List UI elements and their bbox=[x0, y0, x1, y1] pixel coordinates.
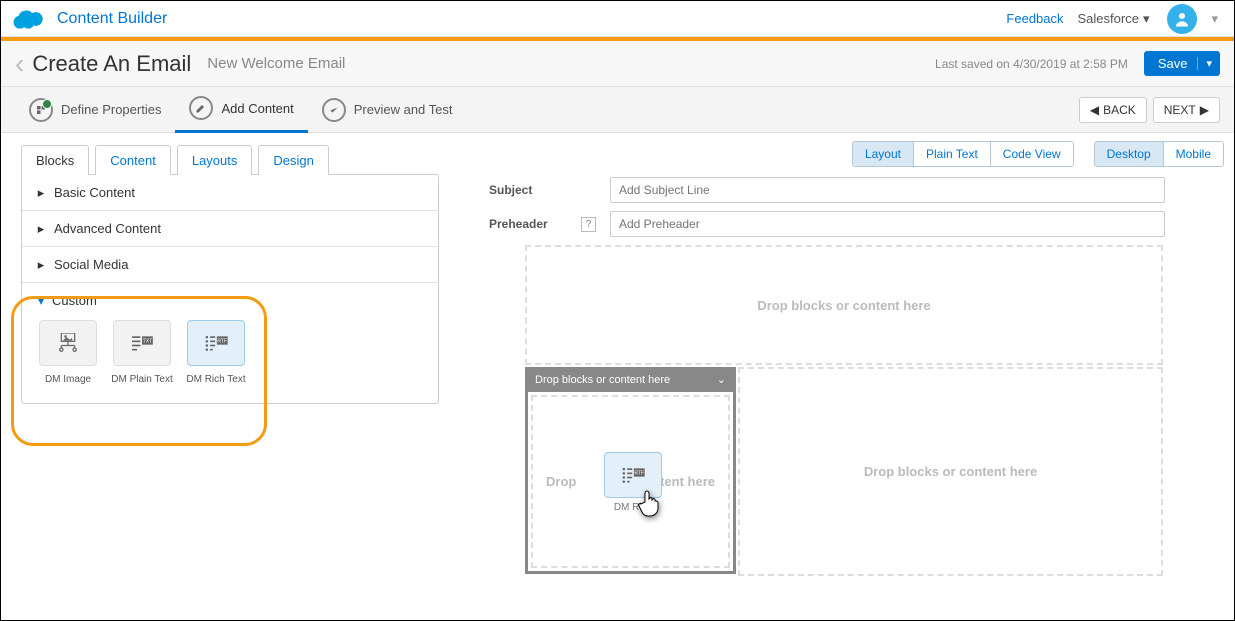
cursor-hand-icon bbox=[636, 488, 664, 518]
accordion-label: Basic Content bbox=[54, 185, 135, 200]
dropzone-header-label: Drop blocks or content here bbox=[535, 374, 670, 386]
caret-right-icon: ▸ bbox=[36, 224, 46, 234]
device-desktop[interactable]: Desktop bbox=[1095, 142, 1163, 166]
dropzone-hint-bg: Drop bbox=[546, 474, 576, 489]
view-layout[interactable]: Layout bbox=[853, 142, 913, 166]
accordion-custom: ▾ Custom DM Image TXT DM Plain Tex bbox=[22, 283, 438, 403]
preheader-label: Preheader bbox=[489, 217, 567, 231]
svg-text:RTF: RTF bbox=[217, 339, 227, 345]
back-arrow-icon[interactable]: ‹ bbox=[15, 50, 24, 78]
chevron-down-icon: ▾ bbox=[1143, 11, 1150, 27]
canvas: Drop blocks or content here Drop blocks … bbox=[461, 245, 1224, 576]
step-preview-test[interactable]: Preview and Test bbox=[308, 88, 467, 132]
right-panel: Layout Plain Text Code View Desktop Mobi… bbox=[449, 133, 1234, 620]
page-subtitle: New Welcome Email bbox=[207, 55, 345, 72]
dropzone-hint: Drop blocks or content here bbox=[864, 464, 1037, 479]
tab-design[interactable]: Design bbox=[258, 145, 328, 175]
help-icon[interactable]: ? bbox=[581, 217, 596, 232]
pencil-icon bbox=[189, 96, 213, 120]
save-button-label: Save bbox=[1158, 56, 1188, 71]
block-label: DM Rich Text bbox=[186, 374, 245, 385]
subject-row: Subject bbox=[461, 177, 1224, 203]
save-timestamp: Last saved on 4/30/2019 at 2:58 PM bbox=[935, 57, 1128, 71]
svg-text:RTF: RTF bbox=[634, 471, 644, 477]
accordion-custom-header[interactable]: ▾ Custom bbox=[36, 293, 424, 308]
preheader-input[interactable] bbox=[610, 211, 1165, 237]
caret-down-icon: ▾ bbox=[36, 296, 46, 306]
accordion-social-media[interactable]: ▸ Social Media bbox=[22, 247, 438, 283]
plain-text-block-icon: TXT bbox=[113, 320, 171, 366]
next-button[interactable]: NEXT▶ bbox=[1153, 97, 1220, 123]
caret-right-icon: ▸ bbox=[36, 260, 46, 270]
device-group: Desktop Mobile bbox=[1094, 141, 1224, 167]
block-dm-plain-text[interactable]: TXT DM Plain Text bbox=[110, 320, 174, 385]
left-tabs: Blocks Content Layouts Design bbox=[21, 145, 439, 175]
chevron-down-icon: ▾ bbox=[1197, 57, 1212, 70]
check-icon bbox=[322, 98, 346, 122]
tab-blocks[interactable]: Blocks bbox=[21, 145, 89, 175]
svg-text:TXT: TXT bbox=[143, 339, 152, 345]
view-plain-text[interactable]: Plain Text bbox=[913, 142, 990, 166]
accordion-advanced-content[interactable]: ▸ Advanced Content bbox=[22, 211, 438, 247]
step-add-content[interactable]: Add Content bbox=[175, 86, 307, 133]
main-area: Blocks Content Layouts Design ▸ Basic Co… bbox=[1, 133, 1234, 620]
view-toolbars: Layout Plain Text Code View Desktop Mobi… bbox=[461, 141, 1224, 167]
step-label: Preview and Test bbox=[354, 102, 453, 117]
step-label: Define Properties bbox=[61, 102, 161, 117]
subject-input[interactable] bbox=[610, 177, 1165, 203]
caret-left-icon: ◀ bbox=[1090, 103, 1099, 117]
user-icon bbox=[1173, 10, 1191, 28]
accordion-label: Custom bbox=[52, 293, 97, 308]
org-menu[interactable]: Salesforce ▾ bbox=[1078, 11, 1150, 27]
accordion-basic-content[interactable]: ▸ Basic Content bbox=[22, 175, 438, 211]
dropzone-right[interactable]: Drop blocks or content here bbox=[738, 367, 1163, 576]
topbar: Content Builder Feedback Salesforce ▾ ▾ bbox=[1, 1, 1234, 37]
rich-text-block-icon: RTF bbox=[187, 320, 245, 366]
properties-icon bbox=[29, 98, 53, 122]
subject-label: Subject bbox=[489, 183, 567, 197]
feedback-link[interactable]: Feedback bbox=[1006, 11, 1063, 26]
preheader-row: Preheader ? bbox=[461, 211, 1224, 237]
caret-right-icon: ▸ bbox=[36, 188, 46, 198]
dropzone-hint: Drop blocks or content here bbox=[757, 298, 930, 313]
blocks-panel: ▸ Basic Content ▸ Advanced Content ▸ Soc… bbox=[21, 174, 439, 404]
tab-content[interactable]: Content bbox=[95, 145, 171, 175]
device-mobile[interactable]: Mobile bbox=[1163, 142, 1223, 166]
page-header: ‹ Create An Email New Welcome Email Last… bbox=[1, 41, 1234, 87]
step-bar: Define Properties Add Content Preview an… bbox=[1, 87, 1234, 133]
org-name: Salesforce bbox=[1078, 11, 1139, 26]
block-dm-image[interactable]: DM Image bbox=[36, 320, 100, 385]
accordion-label: Social Media bbox=[54, 257, 128, 272]
step-label: Add Content bbox=[221, 101, 293, 116]
step-define-properties[interactable]: Define Properties bbox=[15, 88, 175, 132]
save-button[interactable]: Save ▾ bbox=[1144, 51, 1220, 76]
accordion-label: Advanced Content bbox=[54, 221, 161, 236]
page-title: Create An Email bbox=[32, 51, 191, 77]
dropzone-top[interactable]: Drop blocks or content here bbox=[525, 245, 1163, 365]
left-panel: Blocks Content Layouts Design ▸ Basic Co… bbox=[1, 133, 449, 620]
block-label: DM Image bbox=[45, 374, 91, 385]
dropzone-left-container: Drop blocks or content here ⌄ Drop or co… bbox=[525, 367, 736, 576]
app-title: Content Builder bbox=[57, 10, 167, 28]
view-mode-group: Layout Plain Text Code View bbox=[852, 141, 1074, 167]
chevron-down-icon: ⌄ bbox=[717, 373, 726, 386]
dropzone-left[interactable]: Drop or content here RTF DM Rich bbox=[525, 392, 736, 574]
custom-blocks-row: DM Image TXT DM Plain Text RTF DM Rich T… bbox=[36, 320, 424, 385]
back-button[interactable]: ◀BACK bbox=[1079, 97, 1147, 123]
cloud-logo bbox=[13, 7, 47, 31]
dropzone-header[interactable]: Drop blocks or content here ⌄ bbox=[525, 367, 736, 392]
tab-layouts[interactable]: Layouts bbox=[177, 145, 253, 175]
user-menu-caret[interactable]: ▾ bbox=[1207, 11, 1222, 27]
view-code[interactable]: Code View bbox=[990, 142, 1073, 166]
block-dm-rich-text[interactable]: RTF DM Rich Text bbox=[184, 320, 248, 385]
block-label: DM Plain Text bbox=[111, 374, 173, 385]
image-block-icon bbox=[39, 320, 97, 366]
caret-right-icon: ▶ bbox=[1200, 103, 1209, 117]
avatar[interactable] bbox=[1167, 4, 1197, 34]
